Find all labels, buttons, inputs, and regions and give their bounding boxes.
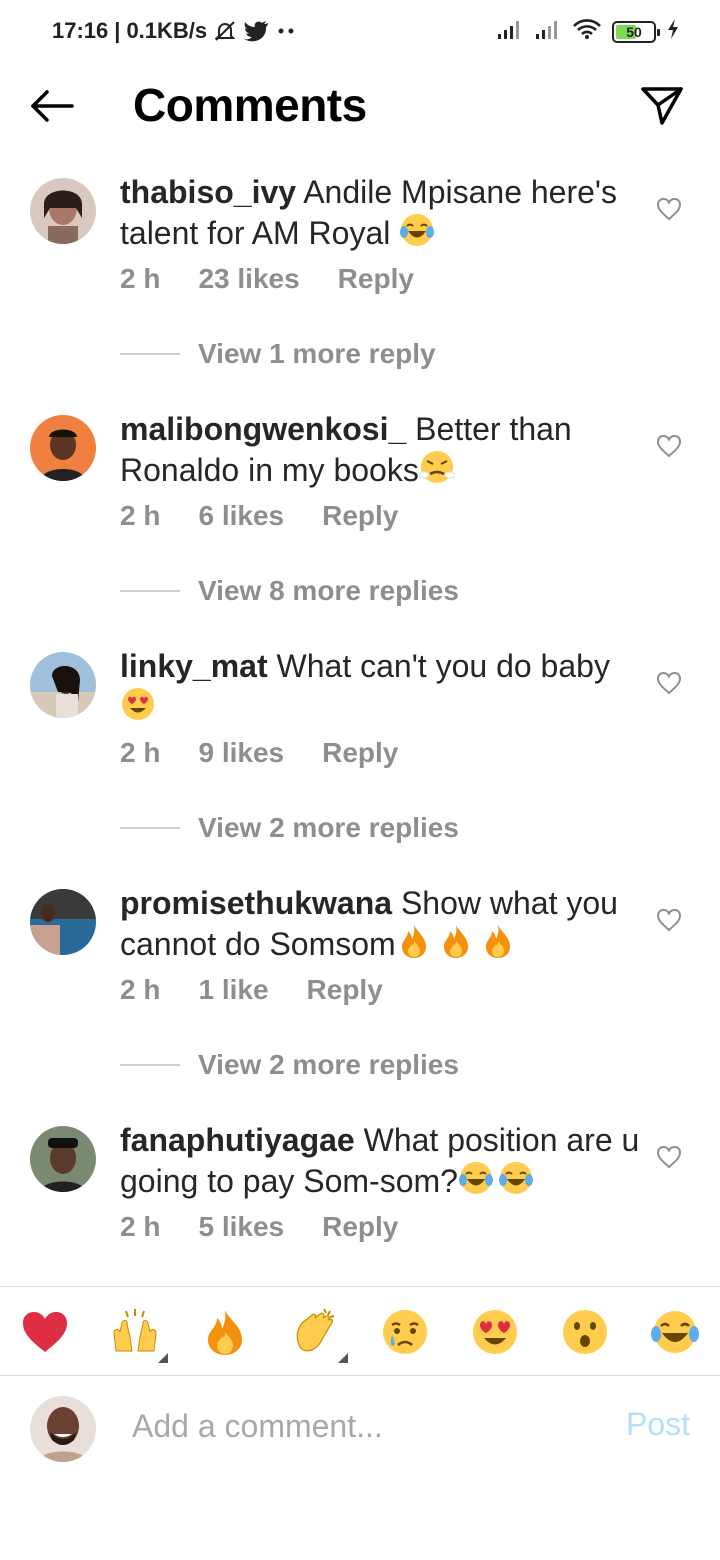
heart-icon[interactable] bbox=[656, 433, 682, 459]
avatar[interactable] bbox=[30, 652, 96, 718]
laughing-tears-emoji-icon[interactable] bbox=[650, 1307, 700, 1357]
red-heart-emoji-icon[interactable] bbox=[20, 1307, 70, 1357]
comment-likes[interactable]: 23 likes bbox=[198, 263, 299, 295]
avatar[interactable] bbox=[30, 889, 96, 955]
view-replies-label: View 1 more reply bbox=[198, 338, 436, 369]
comment-meta: 2 h 6 likes Reply bbox=[120, 500, 640, 532]
comment-time: 2 h bbox=[120, 263, 161, 294]
status-left: 17:16 | 0.1KB/s bbox=[52, 18, 297, 44]
view-replies-button[interactable]: View 1 more reply bbox=[120, 338, 436, 370]
comment-message: What can't you do baby bbox=[276, 648, 610, 684]
avatar bbox=[30, 1396, 96, 1462]
comment-time: 2 h bbox=[120, 500, 161, 531]
fire-emoji-icon bbox=[401, 925, 426, 958]
comment-meta: 2 h 23 likes Reply bbox=[120, 263, 640, 295]
signal-icon bbox=[534, 18, 562, 45]
comment-likes[interactable]: 9 likes bbox=[198, 737, 284, 769]
share-button[interactable] bbox=[638, 82, 686, 130]
laughing-tears-emoji-icon bbox=[458, 1162, 493, 1194]
reply-button[interactable]: Reply bbox=[338, 263, 414, 295]
fire-emoji-icon[interactable] bbox=[200, 1307, 250, 1357]
bell-muted-icon bbox=[213, 19, 237, 43]
signal-icon bbox=[496, 18, 524, 45]
status-right: 50 bbox=[496, 18, 680, 45]
add-comment-input[interactable] bbox=[132, 1404, 592, 1448]
view-replies-label: View 8 more replies bbox=[198, 575, 459, 606]
heart-icon[interactable] bbox=[656, 670, 682, 696]
battery-icon: 50 bbox=[612, 20, 660, 43]
comment-text: malibongwenkosi_ Better than Ronaldo in … bbox=[120, 409, 640, 490]
heart-eyes-emoji-icon[interactable] bbox=[470, 1307, 520, 1357]
network-speed: 0.1KB/s bbox=[126, 18, 208, 43]
back-button[interactable] bbox=[28, 84, 76, 128]
comment-time: 2 h bbox=[120, 1211, 161, 1242]
battery-level: 50 bbox=[626, 23, 642, 40]
reply-button[interactable]: Reply bbox=[322, 737, 398, 769]
emoji-reaction-bar bbox=[0, 1286, 720, 1376]
laughing-tears-emoji-icon bbox=[498, 1162, 533, 1194]
heart-icon[interactable] bbox=[656, 1144, 682, 1170]
laughing-tears-emoji-icon bbox=[400, 214, 435, 246]
avatar[interactable] bbox=[30, 415, 96, 481]
view-replies-button[interactable]: View 2 more replies bbox=[120, 1049, 459, 1081]
page-title: Comments bbox=[133, 79, 367, 131]
view-replies-label: View 2 more replies bbox=[198, 1049, 459, 1080]
comment-username[interactable]: linky_mat bbox=[120, 648, 268, 684]
view-replies-button[interactable]: View 8 more replies bbox=[120, 575, 459, 607]
comment-time: 2 h bbox=[120, 737, 161, 768]
wifi-icon bbox=[572, 18, 602, 45]
raising-hands-emoji-icon[interactable] bbox=[110, 1307, 168, 1363]
comment-meta: 2 h 1 like Reply bbox=[120, 974, 640, 1006]
fire-emoji-icon bbox=[443, 925, 468, 958]
comment-likes[interactable]: 5 likes bbox=[198, 1211, 284, 1243]
status-bar: 17:16 | 0.1KB/s 50 bbox=[0, 0, 720, 64]
reply-button[interactable]: Reply bbox=[322, 500, 398, 532]
comment-likes[interactable]: 1 like bbox=[198, 974, 268, 1006]
comment-text: thabiso_ivy Andile Mpisane here's talent… bbox=[120, 172, 640, 253]
twitter-icon bbox=[243, 20, 269, 42]
heart-eyes-emoji-icon bbox=[122, 688, 154, 720]
charging-icon bbox=[666, 18, 680, 45]
comment-text: fanaphutiyagae What position are u going… bbox=[120, 1120, 640, 1201]
reply-button[interactable]: Reply bbox=[307, 974, 383, 1006]
comment-likes[interactable]: 6 likes bbox=[198, 500, 284, 532]
header: Comments bbox=[0, 64, 720, 148]
post-button[interactable]: Post bbox=[626, 1406, 690, 1443]
comment-username[interactable]: promisethukwana bbox=[120, 885, 392, 921]
avatar[interactable] bbox=[30, 1126, 96, 1192]
crying-face-emoji-icon[interactable] bbox=[380, 1307, 430, 1357]
status-time: 17:16 bbox=[52, 18, 109, 43]
comment-username[interactable]: malibongwenkosi_ bbox=[120, 411, 406, 447]
send-icon bbox=[641, 87, 683, 125]
triumph-emoji-icon bbox=[418, 451, 455, 483]
open-mouth-face-emoji-icon[interactable] bbox=[560, 1307, 610, 1357]
comment-meta: 2 h 9 likes Reply bbox=[120, 737, 640, 769]
comment-time: 2 h bbox=[120, 974, 161, 1005]
comment-text: promisethukwana Show what you cannot do … bbox=[120, 883, 640, 964]
clapping-hands-emoji-icon[interactable] bbox=[290, 1307, 348, 1363]
reply-button[interactable]: Reply bbox=[322, 1211, 398, 1243]
comment-username[interactable]: thabiso_ivy bbox=[120, 174, 296, 210]
fire-emoji-icon bbox=[485, 925, 510, 958]
comment-composer: Post bbox=[0, 1378, 720, 1478]
comment-text: linky_mat What can't you do baby bbox=[120, 646, 640, 727]
heart-icon[interactable] bbox=[656, 196, 682, 222]
comment-meta: 2 h 5 likes Reply bbox=[120, 1211, 640, 1243]
avatar[interactable] bbox=[30, 178, 96, 244]
heart-icon[interactable] bbox=[656, 907, 682, 933]
view-replies-label: View 2 more replies bbox=[198, 812, 459, 843]
back-arrow-icon bbox=[31, 90, 74, 122]
view-replies-button[interactable]: View 2 more replies bbox=[120, 812, 459, 844]
comment-username[interactable]: fanaphutiyagae bbox=[120, 1122, 355, 1158]
more-dots-icon bbox=[275, 26, 297, 36]
